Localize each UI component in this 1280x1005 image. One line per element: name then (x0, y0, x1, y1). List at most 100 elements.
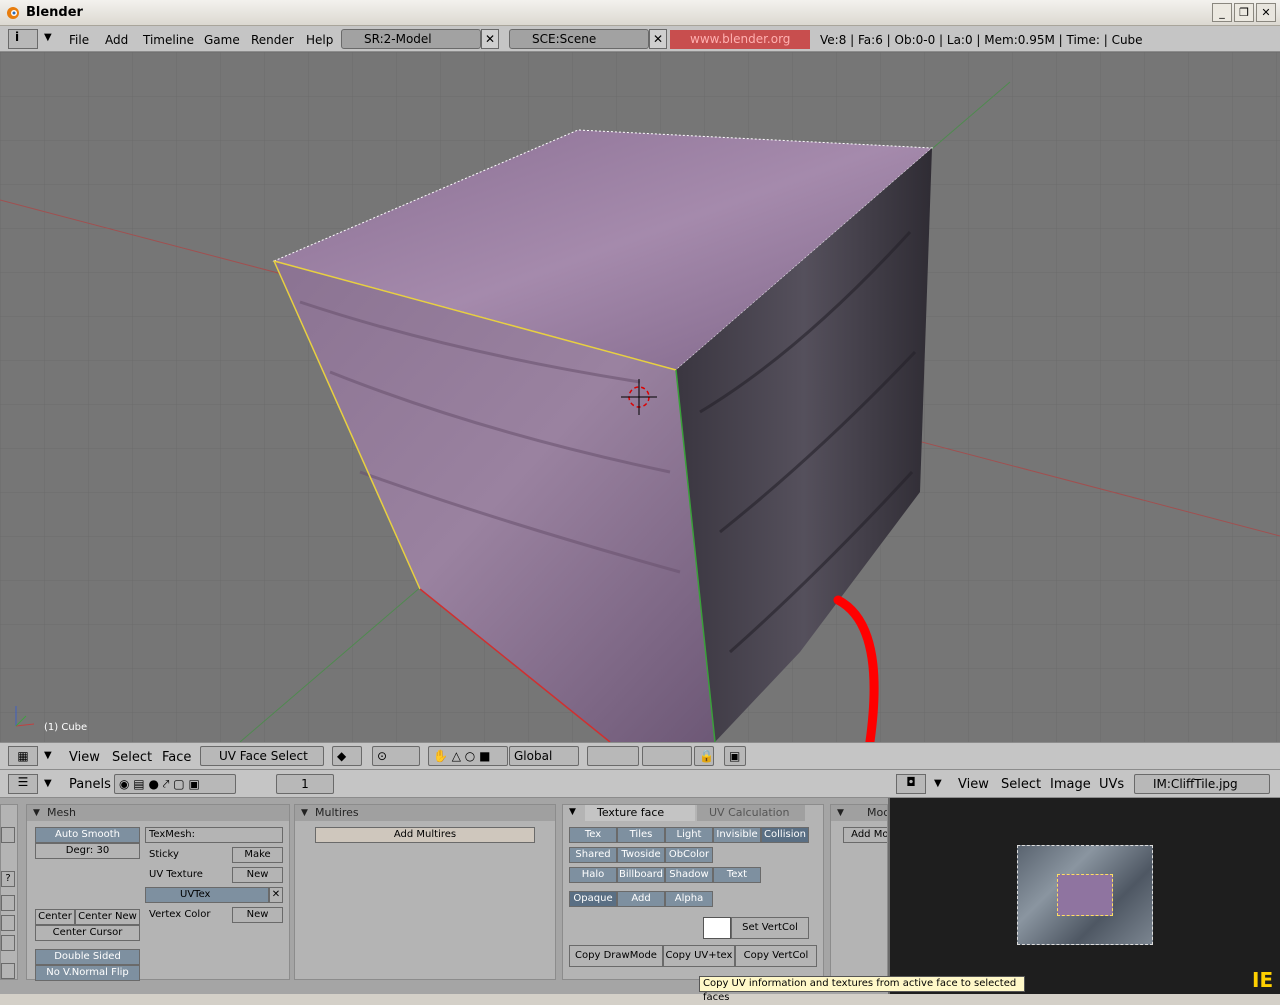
copy-uvtex-button[interactable]: Copy UV+tex (663, 945, 735, 967)
texture-face-panel: ▼ Texture face UV Calculation Tex Tiles … (562, 804, 824, 980)
uvs-menu[interactable]: UVs (1099, 777, 1124, 792)
collapse-menu-icon[interactable]: ▼ (44, 750, 52, 761)
obcolor-toggle[interactable]: ObColor (665, 847, 713, 863)
context-buttons[interactable]: ◉ ▤ ● ⤤ ▢ ▣ (114, 774, 236, 794)
tab-uv-calculation[interactable]: UV Calculation (697, 805, 805, 821)
copy-drawmode-button[interactable]: Copy DrawMode (569, 945, 663, 967)
alpha-toggle[interactable]: Alpha (665, 891, 713, 907)
opaque-toggle[interactable]: Opaque (569, 891, 617, 907)
collapse-menu-icon[interactable]: ▼ (44, 778, 52, 789)
menu-render[interactable]: Render (251, 33, 294, 47)
menu-help[interactable]: Help (306, 33, 333, 47)
panels-menu[interactable]: Panels (69, 777, 111, 792)
panel-title: ▼ Multires (295, 805, 555, 821)
clipped-button[interactable] (1, 895, 15, 911)
image-menu[interactable]: Image (1050, 777, 1091, 792)
collision-toggle[interactable]: Collision (761, 827, 809, 843)
close-window-button[interactable]: ✕ (1256, 3, 1276, 22)
billboard-toggle[interactable]: Billboard (617, 867, 665, 883)
collapse-icon[interactable]: ▼ (569, 807, 576, 817)
clipped-button[interactable] (1, 935, 15, 951)
grid-editor-icon[interactable]: ▦ (8, 746, 38, 766)
orientation-selector[interactable]: Global (509, 746, 579, 766)
uvtex-delete-button[interactable]: ✕ (269, 887, 283, 903)
light-toggle[interactable]: Light (665, 827, 713, 843)
menu-timeline[interactable]: Timeline (143, 33, 194, 47)
add-multires-button[interactable]: Add Multires (315, 827, 535, 843)
text-toggle[interactable]: Text (713, 867, 761, 883)
tex-toggle[interactable]: Tex (569, 827, 617, 843)
maximize-button[interactable]: ❐ (1234, 3, 1254, 22)
3d-view-header: ▦ ▼ View Select Face UV Face Select ◆ ⊙ … (0, 742, 1280, 770)
uv-texture-new-button[interactable]: New (232, 867, 283, 883)
tiles-toggle[interactable]: Tiles (617, 827, 665, 843)
shadow-toggle[interactable]: Shadow (665, 867, 713, 883)
tooltip: Copy UV information and textures from ac… (699, 976, 1025, 1003)
center-cursor-button[interactable]: Center Cursor (35, 925, 140, 941)
uv-image-editor[interactable]: IE (888, 770, 1280, 994)
layer-buttons-2[interactable] (642, 746, 692, 766)
invisible-toggle[interactable]: Invisible (713, 827, 761, 843)
info-header: i ▼ File Add Timeline Game Render Help S… (0, 26, 1280, 64)
add-modifier-button[interactable]: Add Mod (843, 827, 887, 843)
collapse-menu-icon[interactable]: ▼ (44, 32, 52, 43)
set-vertcol-button[interactable]: Set VertCol (731, 917, 809, 939)
window-titlebar: Blender _ ❐ ✕ (0, 0, 1280, 26)
vertex-color-new-button[interactable]: New (232, 907, 283, 923)
menu-file[interactable]: File (69, 33, 89, 47)
clipped-button[interactable] (1, 963, 15, 979)
twoside-toggle[interactable]: Twoside (617, 847, 665, 863)
center-button[interactable]: Center (35, 909, 75, 925)
auto-smooth-toggle[interactable]: Auto Smooth (35, 827, 140, 843)
center-new-button[interactable]: Center New (75, 909, 140, 925)
image-editor-header: ◘ ▼ View Select Image UVs IM:CliffTile.j… (888, 770, 1280, 798)
info-icon[interactable]: i (8, 29, 38, 49)
scene-selector[interactable]: SCE:Scene (509, 29, 649, 49)
corner-logo-icon: IE (1252, 968, 1274, 992)
clipped-button[interactable] (1, 827, 15, 843)
delete-scene-button[interactable]: ✕ (649, 29, 667, 49)
select-menu[interactable]: Select (112, 750, 152, 765)
frame-field[interactable]: 1 (276, 774, 334, 794)
menu-add[interactable]: Add (105, 33, 128, 47)
uv-face-selection[interactable] (1057, 874, 1113, 916)
lock-icon[interactable]: 🔒 (694, 746, 714, 766)
clipped-button[interactable] (1, 915, 15, 931)
delete-screen-button[interactable]: ✕ (481, 29, 499, 49)
sticky-make-button[interactable]: Make (232, 847, 283, 863)
uvtex-layer[interactable]: UVTex (145, 887, 269, 903)
draw-type-button[interactable]: ◆ (332, 746, 362, 766)
website-link[interactable]: www.blender.org 245 (670, 30, 810, 64)
screen-selector[interactable]: SR:2-Model (341, 29, 481, 49)
degr-field[interactable]: Degr: 30 (35, 843, 140, 859)
clipped-button[interactable]: ? (1, 871, 15, 887)
image-selector[interactable]: IM:CliffTile.jpg (1134, 774, 1270, 794)
render-icon[interactable]: ▣ (724, 746, 746, 766)
image-editor-icon[interactable]: ◘ (896, 774, 926, 794)
3d-viewport[interactable]: (1) Cube (0, 52, 1280, 742)
menu-game[interactable]: Game (204, 33, 240, 47)
collapse-menu-icon[interactable]: ▼ (934, 778, 942, 789)
pivot-selector[interactable]: ⊙ (372, 746, 420, 766)
double-sided-toggle[interactable]: Double Sided (35, 949, 140, 965)
blender-logo-icon (7, 7, 19, 19)
image-select-menu[interactable]: Select (1001, 777, 1041, 792)
shared-toggle[interactable]: Shared (569, 847, 617, 863)
minimize-button[interactable]: _ (1212, 3, 1232, 22)
mode-selector[interactable]: UV Face Select (200, 746, 324, 766)
buttons-editor-icon[interactable]: ☰ (8, 774, 38, 794)
face-menu[interactable]: Face (162, 750, 191, 765)
add-toggle[interactable]: Add (617, 891, 665, 907)
texmesh-field[interactable]: TexMesh: (145, 827, 283, 843)
view-menu[interactable]: View (69, 750, 100, 765)
no-vnormal-flip-toggle[interactable]: No V.Normal Flip (35, 965, 140, 981)
manipulator-buttons[interactable]: ✋ △ ○ ■ (428, 746, 508, 766)
tab-texture-face[interactable]: Texture face (585, 805, 695, 821)
panel-title: ▼ Mesh (27, 805, 289, 821)
layer-buttons-1[interactable] (587, 746, 639, 766)
image-view-menu[interactable]: View (958, 777, 989, 792)
copy-vertcol-button[interactable]: Copy VertCol (735, 945, 817, 967)
vertex-color-swatch[interactable] (703, 917, 731, 939)
halo-toggle[interactable]: Halo (569, 867, 617, 883)
panel-title: ▼Modi (831, 805, 887, 821)
